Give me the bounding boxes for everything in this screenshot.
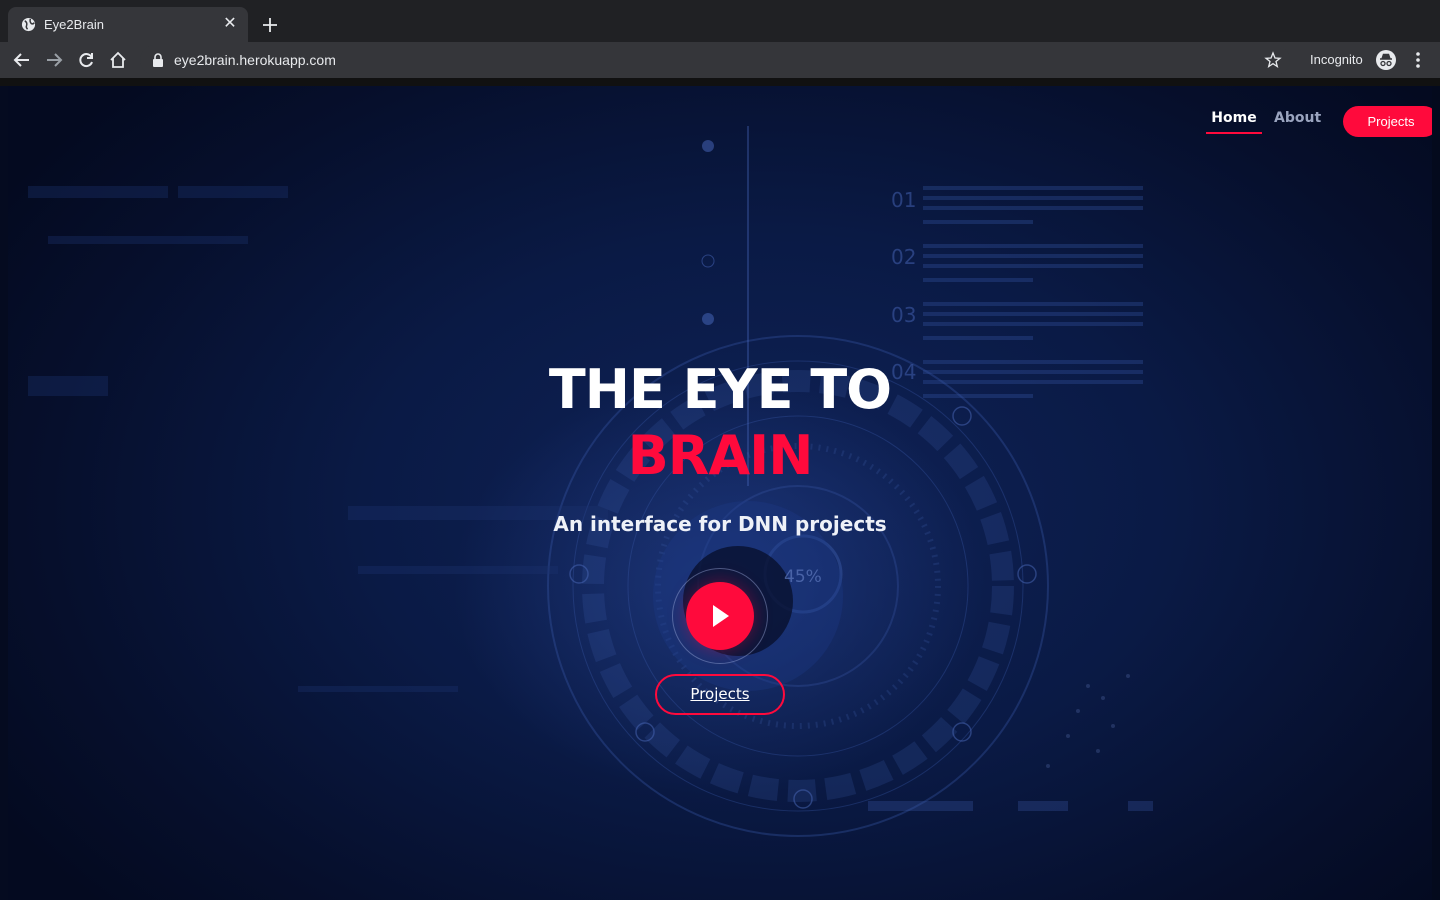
page-right-edge xyxy=(1432,86,1440,900)
incognito-icon[interactable] xyxy=(1375,49,1397,71)
lock-icon xyxy=(153,53,163,67)
hud-row-label: 02 xyxy=(891,245,916,269)
browser-tab-strip: Eye2Brain ✕ xyxy=(0,0,1440,42)
incognito-label: Incognito xyxy=(1310,52,1363,67)
back-arrow-icon[interactable] xyxy=(12,50,32,70)
bookmark-star-icon[interactable] xyxy=(1264,51,1282,69)
browser-toolbar: eye2brain.herokuapp.com Incognito xyxy=(0,42,1440,78)
nav-projects-button[interactable]: Projects xyxy=(1343,106,1432,137)
forward-arrow-icon[interactable] xyxy=(44,50,64,70)
url-text: eye2brain.herokuapp.com xyxy=(174,52,336,68)
nav-item-home[interactable]: Home xyxy=(1206,110,1262,134)
nav-item-about[interactable]: About xyxy=(1274,110,1321,126)
close-tab-icon[interactable]: ✕ xyxy=(221,15,239,33)
hud-row-label: 03 xyxy=(891,303,916,327)
hero-section: 01 02 03 04 45% Home About Projects THE … xyxy=(8,86,1432,900)
reload-icon[interactable] xyxy=(76,50,96,70)
hero-subtitle: An interface for DNN projects xyxy=(553,512,887,536)
new-tab-icon[interactable] xyxy=(260,15,280,35)
hud-percent: 45% xyxy=(784,567,822,587)
tab-title: Eye2Brain xyxy=(44,17,104,32)
hero-projects-button[interactable]: Projects xyxy=(655,674,785,715)
globe-icon xyxy=(21,17,36,32)
play-icon xyxy=(713,605,729,627)
address-bar[interactable]: eye2brain.herokuapp.com xyxy=(140,45,1290,75)
home-icon[interactable] xyxy=(108,50,128,70)
play-video-button[interactable] xyxy=(686,582,754,650)
eye-hud-background: 01 02 03 04 45% xyxy=(28,126,1153,837)
page-left-edge xyxy=(0,86,8,900)
content-top-border xyxy=(0,78,1440,86)
browser-tab[interactable]: Eye2Brain ✕ xyxy=(8,7,248,42)
hero-title-line2: BRAIN xyxy=(627,424,814,487)
kebab-menu-icon[interactable] xyxy=(1410,50,1426,70)
hud-row-label: 01 xyxy=(891,188,916,212)
hero-title-line1: THE EYE TO xyxy=(548,358,892,421)
